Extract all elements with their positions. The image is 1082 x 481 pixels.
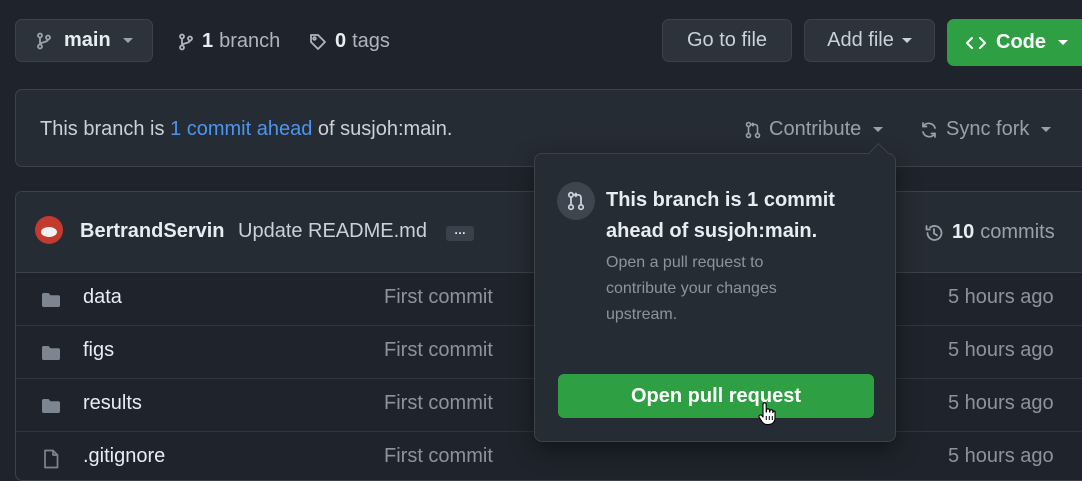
- chevron-down-icon: [1041, 127, 1052, 132]
- file-name-link[interactable]: .gitignore: [83, 445, 165, 468]
- file-icon: [43, 449, 59, 469]
- popover-description: Open a pull request to contribute your c…: [606, 254, 777, 323]
- folder-icon: [41, 398, 61, 414]
- hand-pointer-cursor-icon: [758, 402, 776, 426]
- file-age: 5 hours ago: [948, 392, 1054, 414]
- contribute-label: Contribute: [769, 118, 862, 140]
- file-commit-message[interactable]: First commit: [384, 392, 493, 415]
- add-file-label: Add file: [827, 29, 894, 51]
- branch-select-button[interactable]: main: [15, 19, 153, 62]
- file-commit-message[interactable]: First commit: [384, 286, 493, 309]
- file-age: 5 hours ago: [948, 445, 1054, 467]
- code-button[interactable]: Code: [947, 19, 1082, 66]
- chevron-down-icon: [1058, 40, 1068, 45]
- git-branch-icon: [178, 33, 194, 51]
- folder-icon: [41, 345, 61, 361]
- branch-select-label: main: [64, 29, 111, 51]
- add-file-button[interactable]: Add file: [804, 19, 935, 62]
- contribute-button[interactable]: Contribute: [745, 118, 884, 141]
- go-to-file-button[interactable]: Go to file: [662, 19, 792, 62]
- branch-status-text: This branch is 1 commit ahead of susjoh:…: [40, 118, 452, 141]
- chevron-down-icon: [122, 38, 133, 43]
- file-age: 5 hours ago: [948, 339, 1054, 361]
- go-to-file-label: Go to file: [686, 29, 768, 51]
- history-icon: [924, 223, 944, 243]
- avatar[interactable]: [35, 216, 63, 244]
- sync-fork-label: Sync fork: [946, 118, 1030, 140]
- file-commit-message[interactable]: First commit: [384, 445, 493, 468]
- commit-message-link[interactable]: Update README.md: [238, 220, 427, 243]
- git-pull-request-icon: [557, 182, 595, 220]
- tags-count: 0: [335, 30, 347, 52]
- git-pull-request-icon: [745, 121, 761, 139]
- commits-label: commits: [980, 221, 1055, 243]
- file-name-link[interactable]: results: [83, 392, 142, 415]
- expand-commit-button[interactable]: …: [446, 224, 474, 241]
- branch-status-prefix: This branch is: [40, 118, 165, 140]
- branches-label: branch: [219, 30, 281, 52]
- branches-link[interactable]: 1 branch: [178, 30, 280, 53]
- chevron-down-icon: [901, 38, 912, 43]
- sync-fork-button[interactable]: Sync fork: [920, 118, 1052, 141]
- sync-icon: [920, 121, 938, 139]
- file-name-link[interactable]: data: [83, 286, 122, 309]
- folder-icon: [41, 292, 61, 308]
- tags-link[interactable]: 0 tags: [309, 30, 390, 53]
- branches-count: 1: [202, 30, 214, 52]
- commits-count: 10: [952, 221, 975, 243]
- code-icon: [966, 36, 986, 50]
- popover-title: This branch is 1 commit ahead of susjoh:…: [606, 189, 835, 242]
- contribute-popover: This branch is 1 commit ahead of susjoh:…: [534, 153, 896, 442]
- file-name-link[interactable]: figs: [83, 339, 114, 362]
- branch-status-suffix: of susjoh:main.: [317, 118, 453, 140]
- git-branch-icon: [36, 32, 52, 50]
- commits-ahead-link[interactable]: 1 commit ahead: [170, 118, 312, 140]
- commits-history-link[interactable]: 10 commits: [924, 221, 1055, 244]
- commit-author-link[interactable]: BertrandServin: [80, 220, 225, 243]
- open-pull-request-button[interactable]: Open pull request: [558, 374, 874, 418]
- file-age: 5 hours ago: [948, 286, 1054, 308]
- chevron-down-icon: [873, 127, 884, 132]
- tags-label: tags: [352, 30, 390, 52]
- tag-icon: [309, 33, 327, 51]
- code-label: Code: [996, 31, 1046, 53]
- file-commit-message[interactable]: First commit: [384, 339, 493, 362]
